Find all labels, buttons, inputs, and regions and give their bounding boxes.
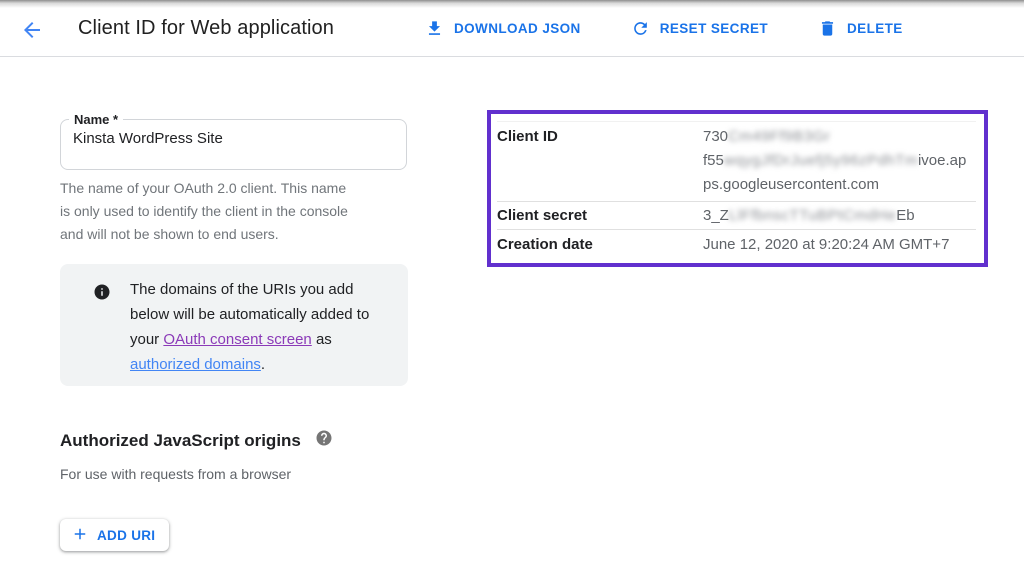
client-id-line3: ps.googleusercontent.com (703, 173, 966, 197)
name-field[interactable]: Name * Kinsta WordPress Site (60, 112, 407, 170)
info-icon (93, 283, 111, 306)
reset-secret-button[interactable]: RESET SECRET (631, 19, 768, 38)
name-helper-line: The name of your OAuth 2.0 client. This … (60, 177, 430, 200)
download-json-button[interactable]: DOWNLOAD JSON (425, 19, 581, 38)
client-details-panel: Client ID 730Cm49Ff9B3Gr f55wqygJfDrJuef… (487, 110, 988, 267)
help-icon[interactable] (315, 429, 333, 452)
name-helper-line: is only used to identify the client in t… (60, 200, 430, 223)
name-field-value: Kinsta WordPress Site (61, 127, 406, 147)
redacted-text: LlFfbnscTTuBPtCmdHe (729, 207, 896, 224)
client-secret-label: Client secret (497, 207, 703, 224)
authorized-domains-link[interactable]: authorized domains (130, 356, 261, 373)
name-field-label: Name * (69, 112, 123, 127)
origins-heading-text: Authorized JavaScript origins (60, 431, 301, 451)
page-title: Client ID for Web application (78, 17, 334, 40)
refresh-icon (631, 19, 650, 38)
plus-icon (71, 525, 89, 546)
creation-date-value: June 12, 2020 at 9:20:24 AM GMT+7 (703, 236, 949, 253)
delete-label: DELETE (847, 21, 903, 36)
top-edge-shadow (0, 0, 1024, 8)
delete-button[interactable]: DELETE (818, 19, 903, 38)
authorized-js-origins-heading: Authorized JavaScript origins (60, 429, 333, 452)
oauth-consent-screen-link[interactable]: OAuth consent screen (163, 331, 311, 348)
info-note-text: The domains of the URIs you add below wi… (130, 277, 372, 377)
trash-icon (818, 19, 837, 38)
redacted-text: wqygJfDrJuefj5y96zPdhTm (724, 152, 918, 169)
client-secret-value: 3_ZLlFfbnscTTuBPtCmdHeEb (703, 207, 915, 224)
name-helper-text: The name of your OAuth 2.0 client. This … (60, 177, 430, 246)
add-uri-button[interactable]: ADD URI (60, 519, 169, 551)
client-id-label: Client ID (497, 125, 703, 197)
download-icon (425, 19, 444, 38)
client-id-value: 730Cm49Ff9B3Gr f55wqygJfDrJuefj5y96zPdhT… (703, 125, 966, 197)
origins-subtitle: For use with requests from a browser (60, 466, 291, 482)
client-id-row: Client ID 730Cm49Ff9B3Gr f55wqygJfDrJuef… (497, 121, 976, 202)
reset-secret-label: RESET SECRET (660, 21, 768, 36)
client-secret-row: Client secret 3_ZLlFfbnscTTuBPtCmdHeEb (497, 202, 976, 230)
add-uri-label: ADD URI (97, 528, 155, 543)
header-actions: DOWNLOAD JSON RESET SECRET DELETE (425, 0, 903, 57)
client-id-line2: f55wqygJfDrJuefj5y96zPdhTmivoe.ap (703, 149, 966, 173)
name-helper-line: and will not be shown to end users. (60, 223, 430, 246)
creation-date-label: Creation date (497, 236, 703, 253)
back-button[interactable] (18, 16, 46, 44)
download-json-label: DOWNLOAD JSON (454, 21, 581, 36)
redacted-text: Cm49Ff9B3Gr (728, 128, 830, 145)
info-note-part2: as (312, 331, 332, 348)
creation-date-row: Creation date June 12, 2020 at 9:20:24 A… (497, 230, 976, 259)
arrow-left-icon (20, 30, 44, 45)
page-header: Client ID for Web application DOWNLOAD J… (0, 0, 1024, 57)
client-id-line1: 730Cm49Ff9B3Gr (703, 125, 966, 149)
info-note: The domains of the URIs you add below wi… (60, 264, 408, 386)
info-note-part3: . (261, 356, 265, 373)
